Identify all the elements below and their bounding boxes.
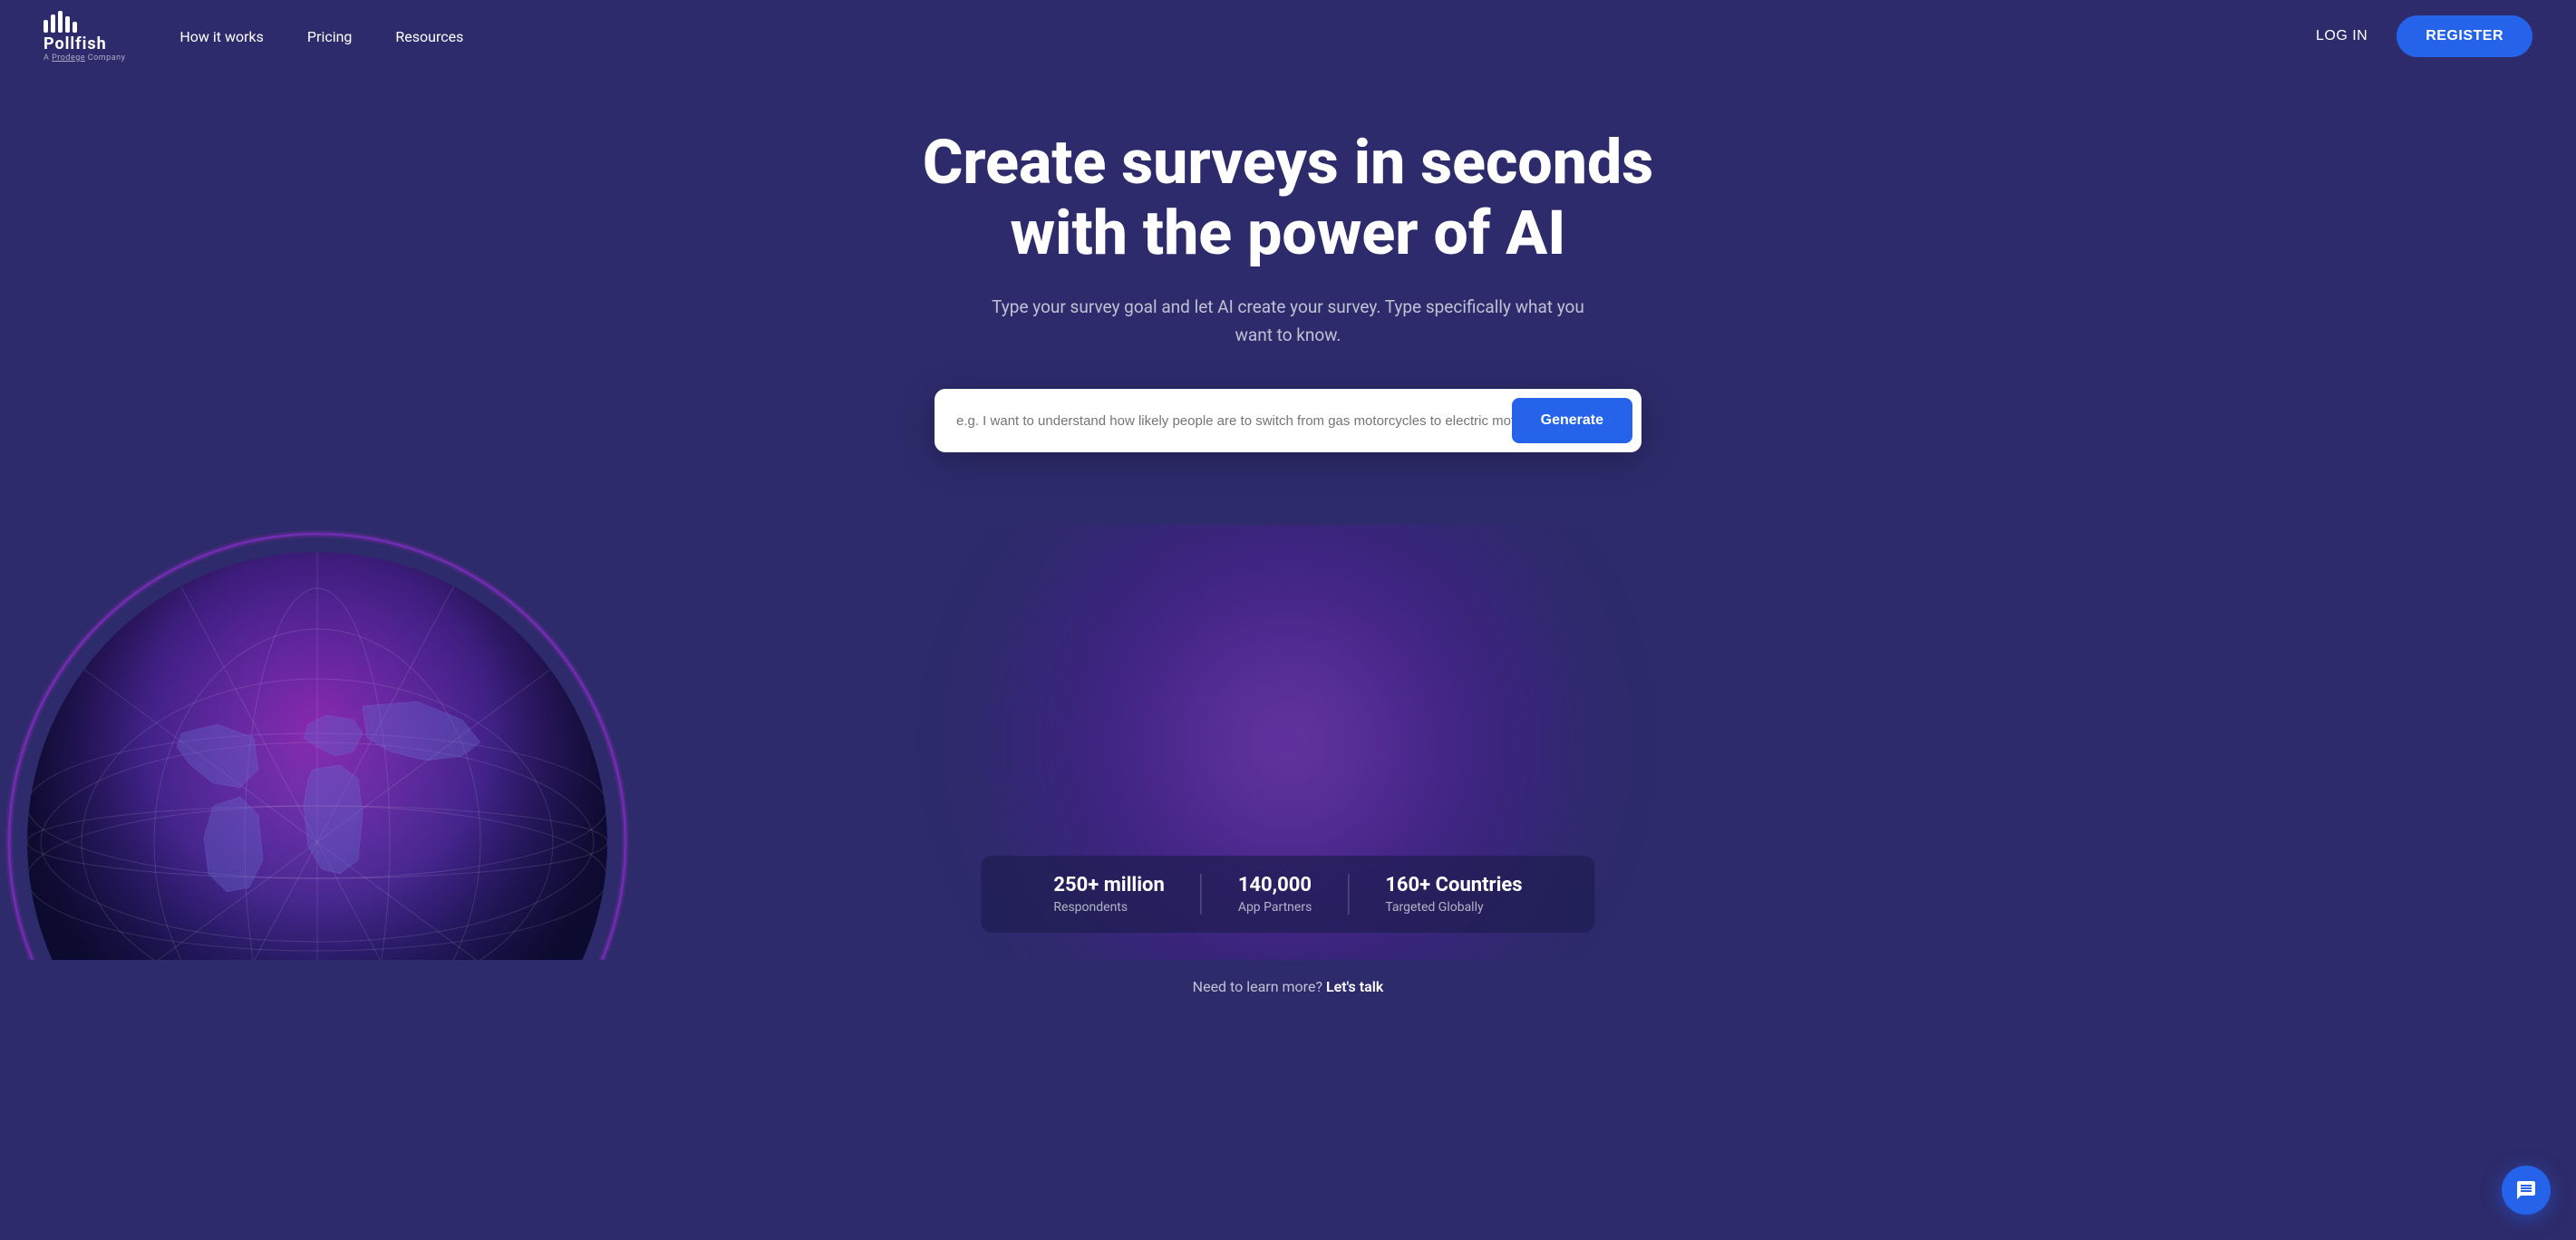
nav-actions: LOG IN REGISTER bbox=[2316, 15, 2532, 57]
stat-countries-label: Targeted Globally bbox=[1385, 900, 1483, 915]
stats-bar: 250+ million Respondents 140,000 App Par… bbox=[981, 856, 1594, 933]
cta-text: Need to learn more? bbox=[1193, 978, 1322, 995]
hero-title: Create surveys in seconds with the power… bbox=[880, 127, 1696, 268]
nav-links: How it works Pricing Resources bbox=[179, 28, 2316, 45]
chat-icon bbox=[2515, 1179, 2537, 1201]
bottom-cta: Need to learn more? Let's talk bbox=[0, 960, 2576, 1013]
logo[interactable]: Pollfish A Prodege Company bbox=[44, 11, 125, 63]
logo-icon bbox=[44, 11, 77, 33]
hero-section: Create surveys in seconds with the power… bbox=[0, 73, 2576, 525]
survey-input[interactable] bbox=[956, 413, 1512, 429]
stat-respondents-label: Respondents bbox=[1053, 900, 1128, 915]
login-button[interactable]: LOG IN bbox=[2316, 28, 2368, 44]
navbar: Pollfish A Prodege Company How it works … bbox=[0, 0, 2576, 73]
company-label: A Prodege Company bbox=[44, 53, 125, 63]
survey-input-box: Generate bbox=[935, 389, 1641, 452]
bar2 bbox=[51, 15, 55, 33]
stat-countries: 160+ Countries Targeted Globally bbox=[1348, 874, 1558, 915]
nav-resources[interactable]: Resources bbox=[395, 28, 463, 45]
bar5 bbox=[73, 22, 77, 33]
stat-respondents: 250+ million Respondents bbox=[1017, 874, 1200, 915]
generate-button[interactable]: Generate bbox=[1512, 398, 1632, 443]
logo-text: Pollfish bbox=[44, 34, 107, 53]
register-button[interactable]: REGISTER bbox=[2397, 15, 2532, 57]
cta-link[interactable]: Let's talk bbox=[1326, 978, 1383, 995]
nav-how-it-works[interactable]: How it works bbox=[179, 28, 264, 45]
chat-bubble[interactable] bbox=[2502, 1166, 2551, 1215]
stat-partners: 140,000 App Partners bbox=[1201, 874, 1349, 915]
bar3 bbox=[58, 11, 63, 33]
stat-partners-label: App Partners bbox=[1238, 900, 1312, 915]
bar1 bbox=[44, 20, 48, 33]
bar4 bbox=[65, 16, 70, 33]
globe-section: 250+ million Respondents 140,000 App Par… bbox=[0, 525, 2576, 960]
stat-countries-number: 160+ Countries bbox=[1385, 874, 1522, 896]
hero-subtitle: Type your survey goal and let AI create … bbox=[980, 294, 1596, 349]
globe-svg bbox=[0, 525, 634, 960]
stat-partners-number: 140,000 bbox=[1238, 874, 1312, 896]
stat-respondents-number: 250+ million bbox=[1053, 874, 1164, 896]
nav-pricing[interactable]: Pricing bbox=[307, 28, 353, 45]
